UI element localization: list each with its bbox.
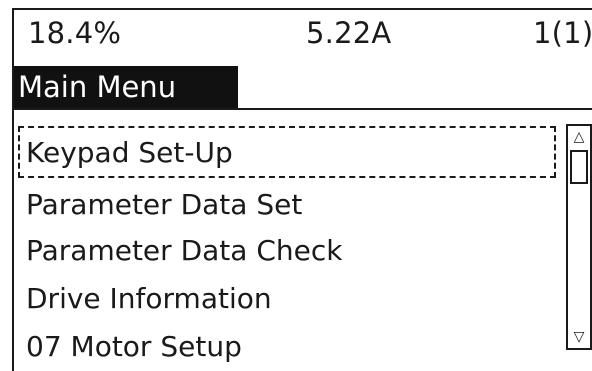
status-left: 18.4% <box>28 16 122 50</box>
main-menu-title: Main Menu <box>18 70 177 104</box>
menu-item-parameter-data-set[interactable]: Parameter Data Set <box>26 188 302 222</box>
menu-item-keypad-set-up[interactable]: Keypad Set-Up <box>26 136 233 170</box>
status-right: 1(1) <box>533 16 592 50</box>
scroll-thumb[interactable] <box>570 150 588 184</box>
status-center: 5.22A <box>306 16 392 50</box>
scroll-down-icon[interactable]: ▽ <box>568 326 590 348</box>
menu-item-motor-setup[interactable]: 07 Motor Setup <box>26 330 242 364</box>
title-bar: Main Menu <box>14 66 592 110</box>
scrollbar[interactable]: △ ▽ <box>566 124 592 350</box>
title-highlight: Main Menu <box>14 66 238 108</box>
menu-item-parameter-data-check[interactable]: Parameter Data Check <box>26 234 342 268</box>
menu-item-drive-information[interactable]: Drive Information <box>26 282 272 316</box>
scroll-up-icon[interactable]: △ <box>568 126 590 148</box>
